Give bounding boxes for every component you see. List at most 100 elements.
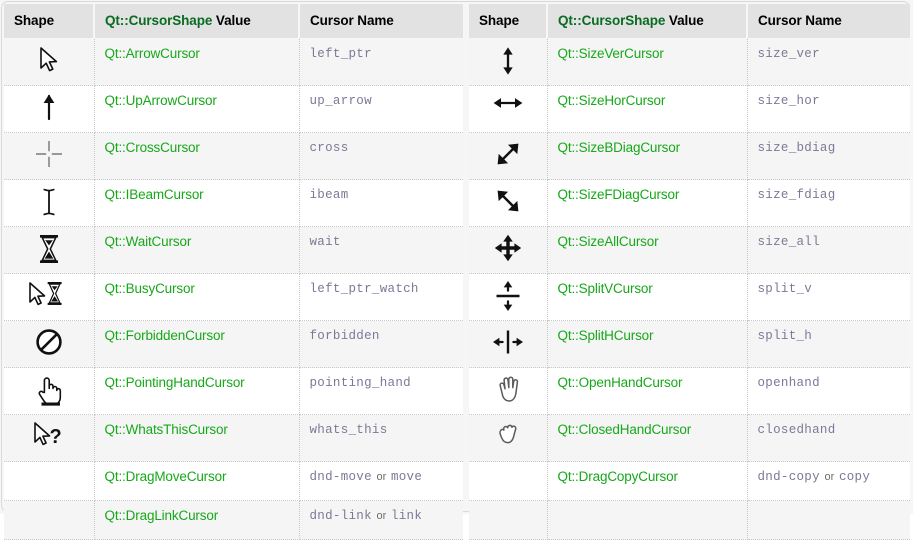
- right-cursor-name-cell: [747, 500, 910, 540]
- cursor-shape-link[interactable]: Qt::ArrowCursor: [105, 46, 200, 61]
- right-cursor-name-cell: split_h: [747, 320, 910, 368]
- cursor-shape-link[interactable]: Qt::DragLinkCursor: [105, 508, 219, 523]
- right-header-cursor-name: Cursor Name: [747, 4, 910, 39]
- right-header-shape: Shape: [469, 4, 548, 39]
- cursor-shape-link[interactable]: Qt::CrossCursor: [105, 140, 200, 155]
- cursor-name-code: dnd-move: [309, 470, 372, 484]
- cursor-name-code: size_fdiag: [757, 188, 836, 202]
- left-shape-cell: [4, 38, 95, 86]
- table-row: Qt::ForbiddenCursor forbidden: [4, 320, 463, 368]
- left-header-shape: Shape: [4, 4, 95, 39]
- table-row: ? Qt::WhatsThisCursor whats_this: [4, 414, 463, 462]
- left-cursor-name-cell: wait: [299, 226, 463, 274]
- left-header-value-suffix: Value: [212, 13, 251, 28]
- left-value-cell: Qt::DragLinkCursor: [94, 500, 300, 540]
- cursor-shape-link[interactable]: Qt::SizeFDiagCursor: [558, 187, 680, 202]
- cursor-name-code: pointing_hand: [309, 376, 411, 390]
- split-v-cursor-icon: [493, 281, 523, 311]
- cursor-name-code-alt: copy: [838, 470, 871, 484]
- cursor-name-code: size_ver: [757, 47, 820, 61]
- right-shape-cell: [469, 273, 548, 321]
- table-row: Qt::ClosedHandCursor closedhand: [469, 414, 910, 462]
- cursor-name-code: cross: [309, 141, 349, 155]
- left-cursor-name-cell: up_arrow: [299, 85, 463, 133]
- cursor-shape-link[interactable]: Qt::DragMoveCursor: [105, 469, 227, 484]
- right-table-header-row: Shape Qt::CursorShape Value Cursor Name: [469, 4, 910, 39]
- forbidden-cursor-icon: [34, 329, 64, 355]
- cursor-shape-link[interactable]: Qt::WhatsThisCursor: [105, 422, 228, 437]
- table-row: Qt::SizeVerCursor size_ver: [469, 38, 910, 86]
- cursor-shape-link[interactable]: Qt::ClosedHandCursor: [558, 422, 692, 437]
- left-value-cell: Qt::PointingHandCursor: [94, 367, 300, 415]
- cursor-name-code: ibeam: [309, 188, 349, 202]
- right-shape-cell: [469, 226, 548, 274]
- cursor-shape-link[interactable]: Qt::OpenHandCursor: [558, 375, 683, 390]
- cursor-shapes-reference-page: Shape Qt::CursorShape Value Cursor Name …: [0, 0, 913, 540]
- cursor-shape-link[interactable]: Qt::BusyCursor: [105, 281, 195, 296]
- right-value-cell: Qt::SizeHorCursor: [547, 85, 748, 133]
- left-cursor-table: Shape Qt::CursorShape Value Cursor Name …: [4, 4, 463, 540]
- closed-hand-cursor-icon: [495, 424, 521, 444]
- right-shape-cell: [469, 367, 548, 415]
- cursor-shape-link[interactable]: Qt::SizeVerCursor: [558, 46, 664, 61]
- right-cursor-name-cell: size_all: [747, 226, 910, 274]
- left-shape-cell: [4, 179, 95, 227]
- left-value-cell: Qt::WhatsThisCursor: [94, 414, 300, 462]
- cursor-shape-link[interactable]: Qt::SplitVCursor: [558, 281, 653, 296]
- right-value-cell: Qt::SizeAllCursor: [547, 226, 748, 274]
- cursor-shape-link[interactable]: Qt::SizeHorCursor: [558, 93, 666, 108]
- cursor-shape-link[interactable]: Qt::SplitHCursor: [558, 328, 654, 343]
- cursor-name-code: openhand: [757, 376, 820, 390]
- table-row: Qt::SplitVCursor split_v: [469, 273, 910, 321]
- right-cursor-name-cell: size_fdiag: [747, 179, 910, 227]
- cursor-name-code: dnd-copy: [757, 470, 820, 484]
- left-cursor-name-cell: forbidden: [299, 320, 463, 368]
- cursor-name-code: whats_this: [309, 423, 388, 437]
- right-shape-cell: [469, 38, 548, 86]
- right-shape-cell: [469, 132, 548, 180]
- left-value-cell: Qt::DragMoveCursor: [94, 461, 300, 501]
- cursor-shape-link[interactable]: Qt::UpArrowCursor: [105, 93, 217, 108]
- left-header-value-qt: Qt::CursorShape: [105, 13, 213, 28]
- left-value-cell: Qt::IBeamCursor: [94, 179, 300, 227]
- right-shape-cell: [469, 85, 548, 133]
- table-row: Qt::UpArrowCursor up_arrow: [4, 85, 463, 133]
- cursor-shape-link[interactable]: Qt::PointingHandCursor: [105, 375, 245, 390]
- right-header-value-qt: Qt::CursorShape: [558, 13, 666, 28]
- cursor-name-code: left_ptr: [309, 47, 372, 61]
- split-h-cursor-icon: [492, 330, 524, 354]
- table-row: Qt::SizeAllCursor size_all: [469, 226, 910, 274]
- left-value-cell: Qt::BusyCursor: [94, 273, 300, 321]
- right-value-cell: Qt::SplitHCursor: [547, 320, 748, 368]
- left-cursor-name-cell: cross: [299, 132, 463, 180]
- left-shape-cell: [4, 132, 95, 180]
- cursor-shape-link[interactable]: Qt::DragCopyCursor: [558, 469, 678, 484]
- size-all-cursor-icon: [493, 234, 523, 262]
- cursor-name-code: left_ptr_watch: [309, 282, 419, 296]
- cursor-shape-link[interactable]: Qt::ForbiddenCursor: [105, 328, 225, 343]
- table-row: Qt::BusyCursor left_ptr_watch: [4, 273, 463, 321]
- right-shape-cell: [469, 414, 548, 462]
- table-row: Qt::SizeHorCursor size_hor: [469, 85, 910, 133]
- right-value-cell: Qt::SizeFDiagCursor: [547, 179, 748, 227]
- table-row: Qt::CrossCursor cross: [4, 132, 463, 180]
- cursor-shape-link[interactable]: Qt::WaitCursor: [105, 234, 192, 249]
- left-cursor-name-cell: pointing_hand: [299, 367, 463, 415]
- cursor-shape-link[interactable]: Qt::SizeAllCursor: [558, 234, 659, 249]
- left-shape-cell: ?: [4, 414, 95, 462]
- table-row: [469, 500, 910, 540]
- or-separator: or: [376, 510, 387, 522]
- right-shape-cell: [469, 500, 548, 540]
- left-value-cell: Qt::CrossCursor: [94, 132, 300, 180]
- up-arrow-cursor-icon: [38, 94, 60, 121]
- right-value-cell: Qt::SizeVerCursor: [547, 38, 748, 86]
- size-ver-cursor-icon: [498, 47, 518, 75]
- cursor-shape-link[interactable]: Qt::IBeamCursor: [105, 187, 204, 202]
- cursor-name-code-alt: link: [390, 509, 423, 523]
- whats-this-cursor-icon: ?: [32, 422, 66, 448]
- cursor-name-code: up_arrow: [309, 94, 372, 108]
- left-shape-cell: [4, 85, 95, 133]
- left-cursor-name-cell: left_ptr: [299, 38, 463, 86]
- cursor-shape-link[interactable]: Qt::SizeBDiagCursor: [558, 140, 681, 155]
- right-header-value-suffix: Value: [665, 13, 704, 28]
